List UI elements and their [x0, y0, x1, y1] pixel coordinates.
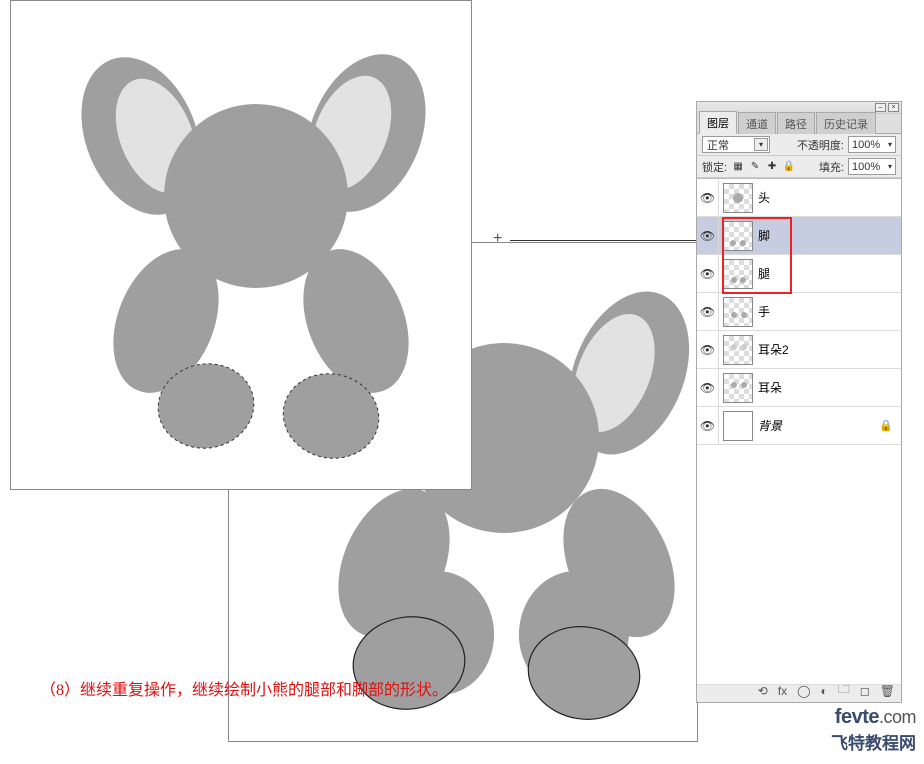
layer-row-ear[interactable]: 👁 耳朵	[697, 369, 901, 407]
lock-transparent-icon[interactable]: ▦	[731, 160, 745, 174]
layer-name: 头	[758, 189, 770, 206]
tab-paths[interactable]: 路径	[777, 112, 815, 134]
layer-row-leg[interactable]: 👁 腿	[697, 255, 901, 293]
panel-row-lock: 锁定: ▦ ✎ ✚ 🔒 填充: 100% ▾	[697, 156, 901, 178]
fill-label: 填充:	[819, 159, 844, 175]
watermark-site-name: fevte	[835, 706, 879, 728]
fill-value: 100%	[852, 161, 880, 173]
layer-thumb	[723, 183, 753, 213]
panel-close-button[interactable]: ×	[888, 103, 899, 112]
visibility-toggle[interactable]: 👁	[697, 369, 719, 406]
layer-thumb	[723, 373, 753, 403]
eye-icon: 👁	[700, 305, 715, 319]
watermark: fevte.com 飞特教程网	[831, 706, 916, 754]
trash-icon[interactable]: 🗑	[880, 684, 895, 698]
layer-row-hand[interactable]: 👁 手	[697, 293, 901, 331]
link-layers-icon[interactable]: ⟲	[758, 684, 768, 698]
layer-name: 手	[758, 303, 770, 320]
visibility-toggle[interactable]: 👁	[697, 293, 719, 330]
panel-tabs: 图层 通道 路径 历史记录	[697, 114, 901, 134]
new-layer-icon[interactable]: ◻	[860, 684, 870, 698]
watermark-cn: 飞特教程网	[831, 729, 916, 754]
adjustment-icon[interactable]: ◐	[821, 684, 828, 698]
layers-list: 👁 头 👁 脚 👁 腿 👁 手 👁 耳朵2 👁 耳朵	[697, 178, 901, 678]
connector-line	[510, 240, 696, 241]
layers-panel: – × 图层 通道 路径 历史记录 正常 ▾ 不透明度: 100% ▾ 锁定: …	[696, 101, 902, 703]
eye-icon: 👁	[700, 229, 715, 243]
lock-label: 锁定:	[702, 159, 727, 175]
tab-layers[interactable]: 图层	[699, 111, 737, 134]
bear-drawing-front	[11, 1, 473, 491]
dropdown-icon: ▾	[888, 140, 892, 149]
layer-name: 耳朵	[758, 379, 782, 396]
blend-mode-value: 正常	[707, 137, 729, 153]
lock-icon: 🔒	[879, 419, 893, 432]
layer-name: 耳朵2	[758, 341, 789, 358]
layer-thumb	[723, 221, 753, 251]
crosshair-cursor: +	[493, 230, 502, 248]
fx-icon[interactable]: fx	[778, 684, 787, 698]
layer-thumb	[723, 411, 753, 441]
watermark-ext: .com	[879, 707, 916, 727]
layer-row-background[interactable]: 👁 背景 🔒	[697, 407, 901, 445]
visibility-toggle[interactable]: 👁	[697, 179, 719, 216]
lock-icons-group: ▦ ✎ ✚ 🔒	[731, 160, 796, 174]
eye-icon: 👁	[700, 381, 715, 395]
fill-input[interactable]: 100% ▾	[848, 158, 896, 175]
visibility-toggle[interactable]: 👁	[697, 255, 719, 292]
layer-thumb	[723, 259, 753, 289]
eye-icon: 👁	[700, 343, 715, 357]
watermark-site: fevte.com	[831, 706, 916, 729]
visibility-toggle[interactable]: 👁	[697, 407, 719, 444]
opacity-value: 100%	[852, 139, 880, 151]
visibility-toggle[interactable]: 👁	[697, 331, 719, 368]
canvas-front	[10, 0, 472, 490]
tab-channels[interactable]: 通道	[738, 112, 776, 134]
tab-history[interactable]: 历史记录	[816, 112, 876, 134]
layer-row-foot[interactable]: 👁 脚	[697, 217, 901, 255]
opacity-input[interactable]: 100% ▾	[848, 136, 896, 153]
panel-row-blend: 正常 ▾ 不透明度: 100% ▾	[697, 134, 901, 156]
layer-row-head[interactable]: 👁 头	[697, 179, 901, 217]
eye-icon: 👁	[700, 267, 715, 281]
blend-mode-select[interactable]: 正常 ▾	[702, 136, 770, 153]
mask-icon[interactable]: ◯	[797, 684, 810, 698]
step-caption: （8）继续重复操作，继续绘制小熊的腿部和脚部的形状。	[40, 676, 448, 700]
dropdown-icon: ▾	[754, 138, 768, 151]
layer-row-ear2[interactable]: 👁 耳朵2	[697, 331, 901, 369]
panel-minimize-button[interactable]: –	[875, 103, 886, 112]
layer-thumb	[723, 297, 753, 327]
lock-move-icon[interactable]: ✚	[765, 160, 779, 174]
layer-name: 腿	[758, 265, 770, 282]
layers-empty-area	[697, 445, 901, 685]
dropdown-icon: ▾	[888, 162, 892, 171]
opacity-label: 不透明度:	[797, 137, 844, 153]
eye-icon: 👁	[700, 191, 715, 205]
lock-all-icon[interactable]: 🔒	[782, 160, 796, 174]
layer-name: 背景	[758, 417, 782, 434]
visibility-toggle[interactable]: 👁	[697, 217, 719, 254]
eye-icon: 👁	[700, 419, 715, 433]
layer-name: 脚	[758, 227, 770, 244]
lock-brush-icon[interactable]: ✎	[748, 160, 762, 174]
layer-thumb	[723, 335, 753, 365]
